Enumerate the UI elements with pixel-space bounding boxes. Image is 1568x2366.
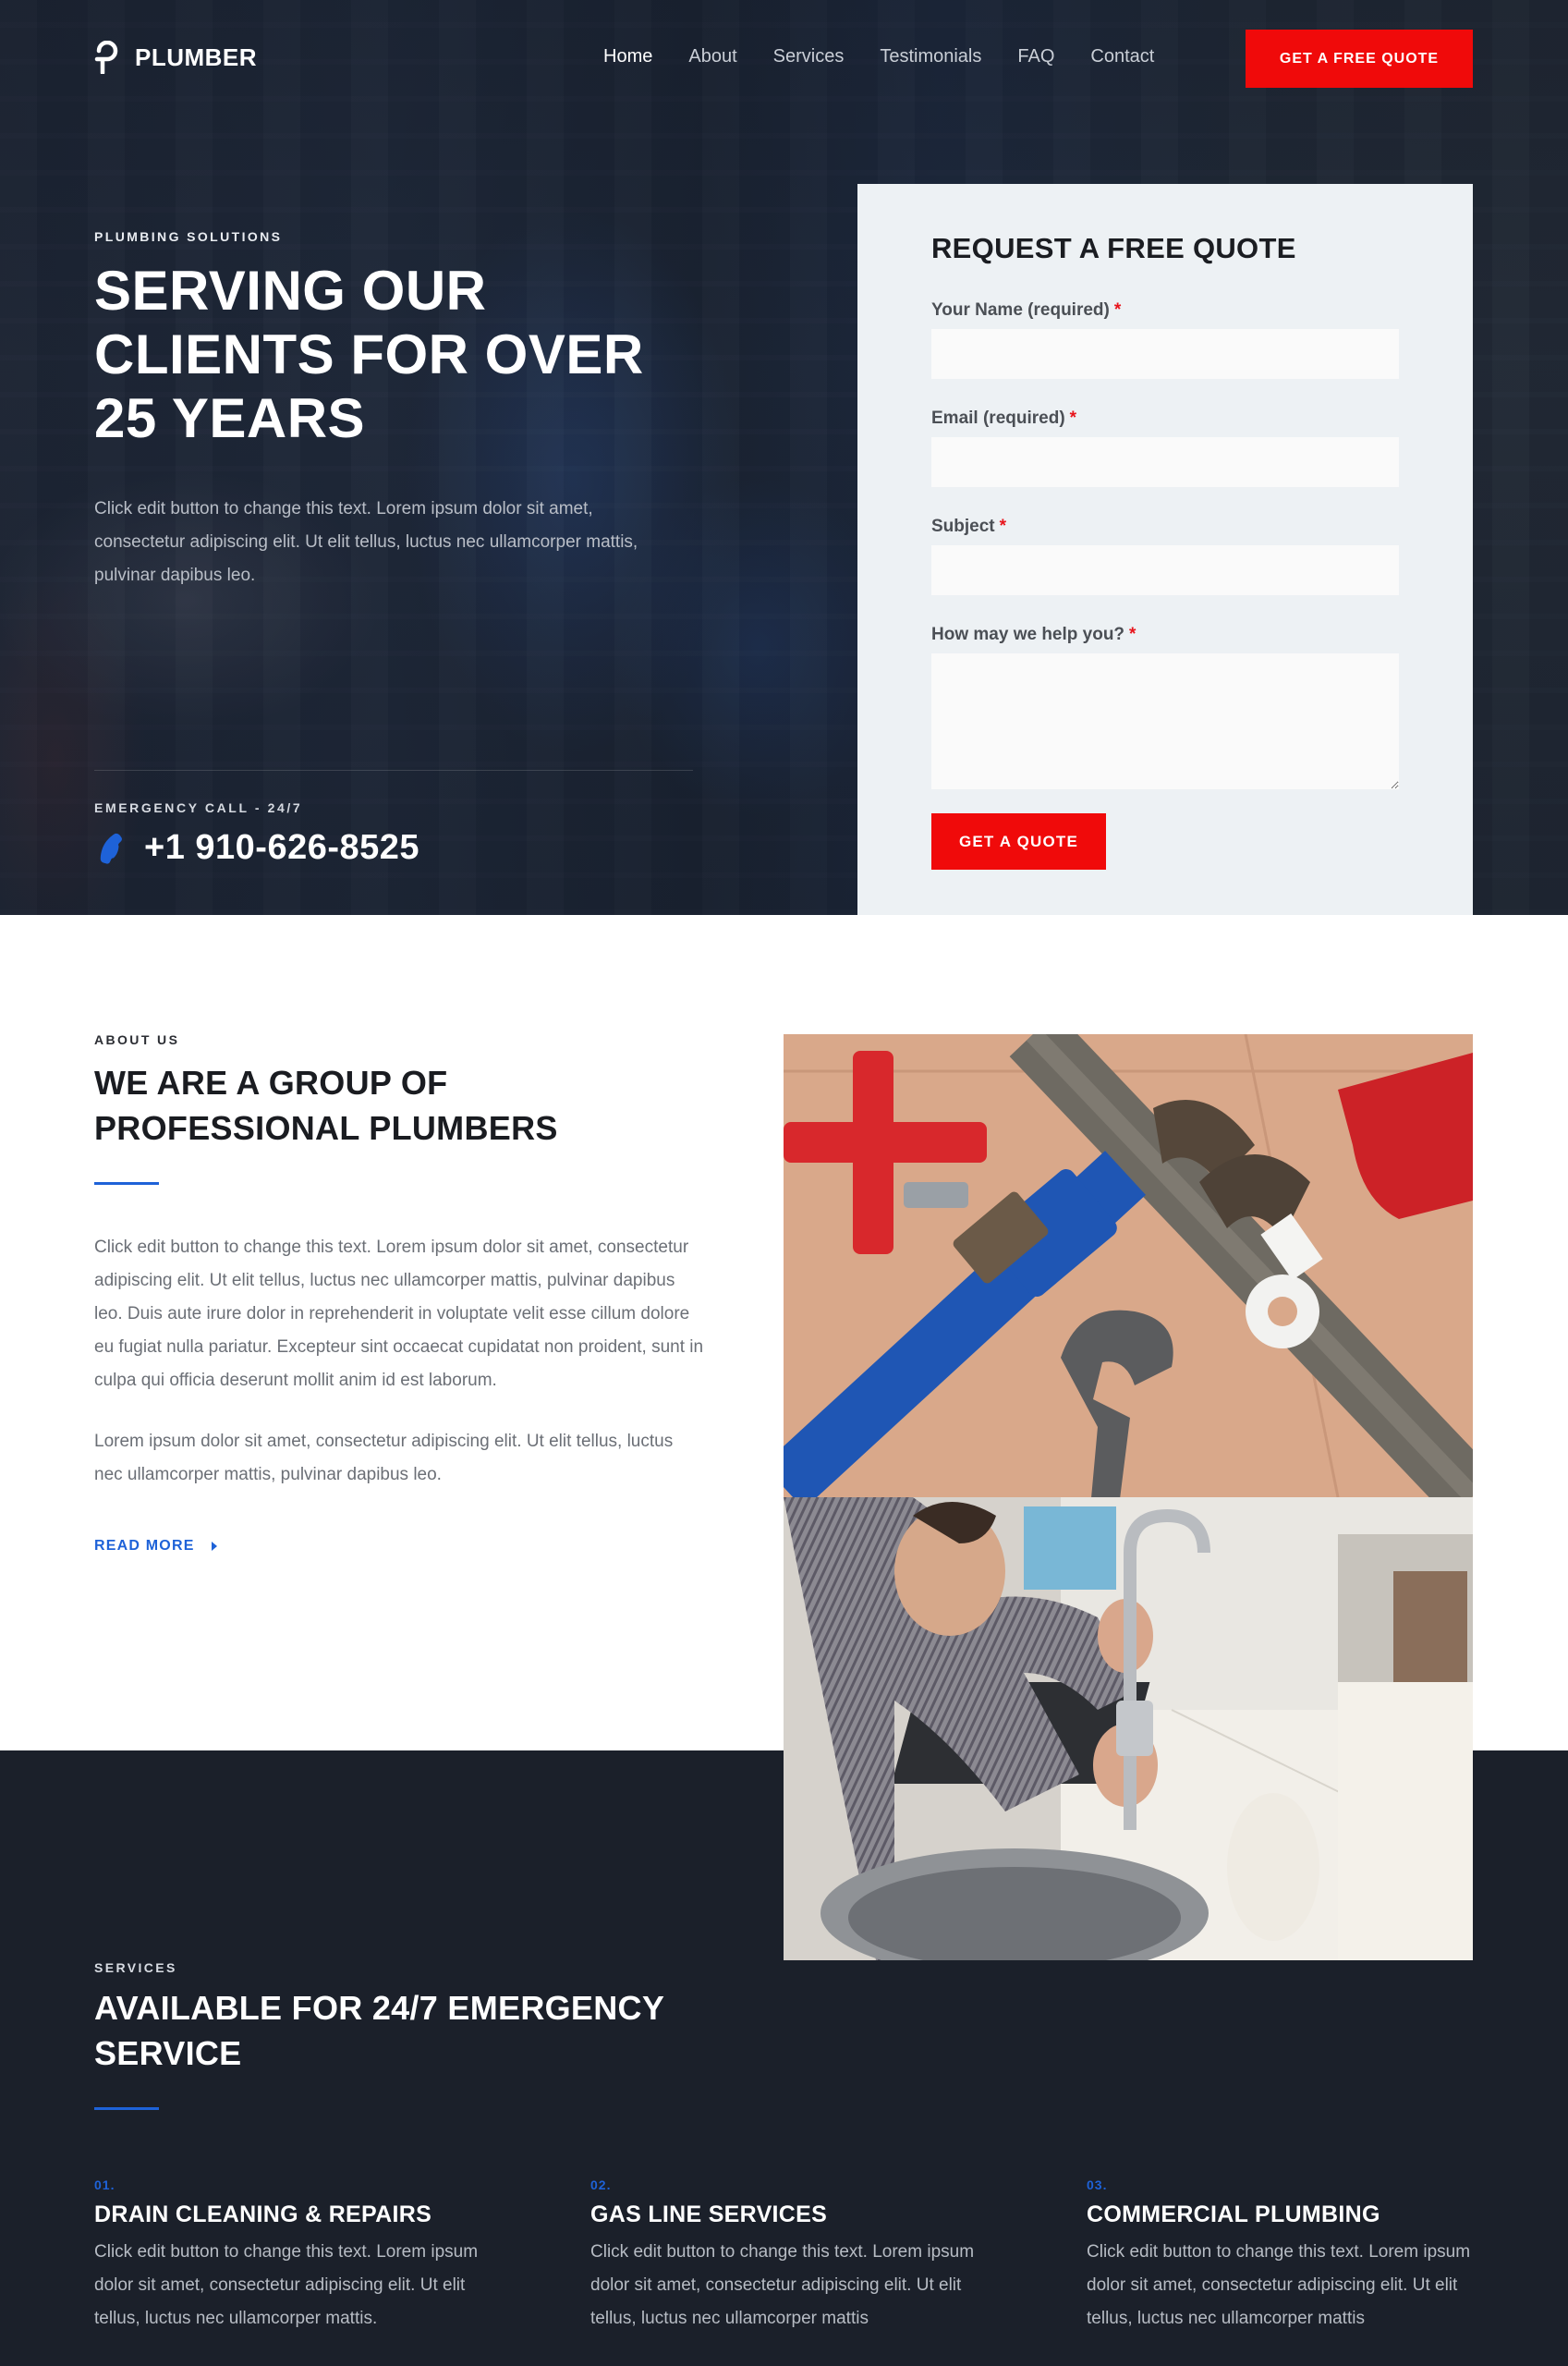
service-title: DRAIN CLEANING & REPAIRS [94, 2201, 432, 2227]
required-marker: * [1069, 409, 1077, 428]
about-content: ABOUT US WE ARE A GROUP OF PROFESSIONAL … [94, 1032, 704, 1555]
name-label-text: Your Name (required) [931, 300, 1110, 320]
service-number: 02. [590, 2177, 612, 2192]
read-more-link[interactable]: READ MORE [94, 1538, 217, 1555]
subject-label: Subject * [931, 517, 1006, 537]
get-free-quote-button[interactable]: GET A FREE QUOTE [1246, 30, 1473, 88]
read-more-label: READ MORE [94, 1538, 195, 1554]
quote-form-title: REQUEST A FREE QUOTE [931, 232, 1296, 264]
hero-divider [94, 770, 693, 771]
tools-illustration [784, 1034, 1473, 1497]
emergency-label: EMERGENCY CALL - 24/7 [94, 800, 303, 815]
nav-faq[interactable]: FAQ [1017, 46, 1054, 67]
nav-testimonials[interactable]: Testimonials [880, 46, 981, 67]
phone-row: +1 910-626-8525 [94, 828, 419, 868]
about-accent-bar [94, 1182, 159, 1185]
required-marker: * [999, 517, 1007, 536]
email-field[interactable] [931, 437, 1399, 487]
name-field[interactable] [931, 329, 1399, 379]
nav-about[interactable]: About [688, 46, 736, 67]
plumber-illustration [784, 1497, 1473, 1960]
services-title: AVAILABLE FOR 24/7 EMERGENCY SERVICE [94, 1989, 664, 2072]
logo-link[interactable]: PLUMBER [94, 41, 257, 74]
plumber-image [784, 1497, 1473, 1960]
nav-contact[interactable]: Contact [1090, 46, 1154, 67]
caret-right-icon [211, 1542, 217, 1551]
name-label: Your Name (required) * [931, 300, 1121, 321]
hero-description: Click edit button to change this text. L… [94, 499, 638, 585]
subject-label-text: Subject [931, 517, 995, 536]
service-title: GAS LINE SERVICES [590, 2201, 828, 2227]
nav-services[interactable]: Services [773, 46, 845, 67]
get-a-quote-button[interactable]: GET A QUOTE [931, 813, 1106, 870]
message-label: How may we help you? * [931, 625, 1136, 645]
about-eyebrow: ABOUT US [94, 1032, 180, 1047]
service-description: Click edit button to change this text. L… [1087, 2242, 1471, 2328]
p-letter-logo-icon [94, 41, 118, 74]
nav-home[interactable]: Home [603, 46, 652, 67]
about-title: WE ARE A GROUP OF PROFESSIONAL PLUMBERS [94, 1064, 558, 1147]
hero-eyebrow: PLUMBING SOLUTIONS [94, 229, 283, 244]
site-header: PLUMBER Home About Services Testimonials… [0, 0, 1568, 116]
phone-number-link[interactable]: +1 910-626-8525 [144, 828, 419, 868]
page: PLUMBER Home About Services Testimonials… [0, 0, 1568, 2366]
service-card: 01. DRAIN CLEANING & REPAIRS Click edit … [94, 2177, 519, 2336]
service-card: 03. COMMERCIAL PLUMBING Click edit butto… [1087, 2177, 1512, 2336]
hero-content: PLUMBING SOLUTIONS SERVING OUR CLIENTS F… [94, 229, 695, 592]
service-number: 01. [94, 2177, 115, 2192]
service-title: COMMERCIAL PLUMBING [1087, 2201, 1380, 2227]
quote-form: REQUEST A FREE QUOTE Your Name (required… [857, 184, 1473, 915]
email-label: Email (required) * [931, 409, 1076, 429]
message-textarea[interactable] [931, 653, 1399, 789]
hero-title: SERVING OUR CLIENTS FOR OVER 25 YEARS [94, 260, 644, 449]
hero-section: PLUMBER Home About Services Testimonials… [0, 0, 1568, 915]
services-eyebrow: SERVICES [94, 1960, 177, 1975]
service-description: Click edit button to change this text. L… [590, 2242, 975, 2328]
logo-text: PLUMBER [135, 43, 258, 71]
email-label-text: Email (required) [931, 409, 1065, 428]
phone-icon [100, 833, 122, 864]
required-marker: * [1113, 300, 1122, 320]
required-marker: * [1129, 625, 1136, 644]
service-description: Click edit button to change this text. L… [94, 2242, 479, 2328]
main-nav: Home About Services Testimonials FAQ Con… [603, 46, 1190, 67]
tools-image [784, 1034, 1473, 1497]
about-paragraph-1: Click edit button to change this text. L… [94, 1238, 704, 1390]
subject-field[interactable] [931, 545, 1399, 595]
services-accent-bar [94, 2107, 159, 2110]
service-number: 03. [1087, 2177, 1108, 2192]
service-card: 02. GAS LINE SERVICES Click edit button … [590, 2177, 1015, 2336]
message-label-text: How may we help you? [931, 625, 1125, 644]
about-paragraph-2: Lorem ipsum dolor sit amet, consectetur … [94, 1432, 674, 1484]
